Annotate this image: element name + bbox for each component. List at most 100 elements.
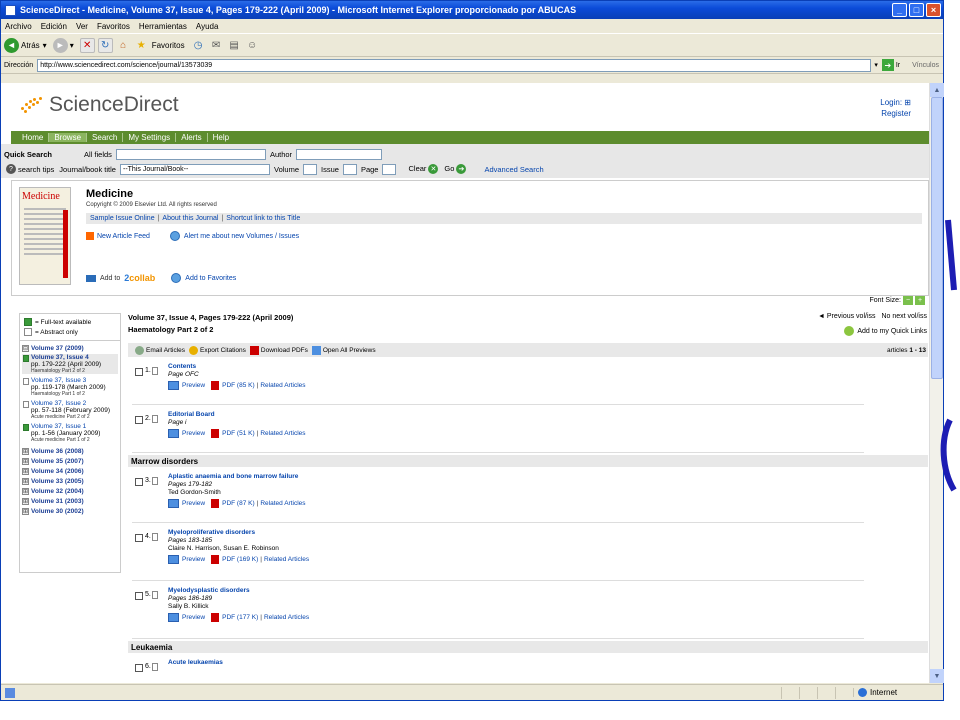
login-toggle-icon[interactable]: ⊞ — [904, 98, 911, 107]
menu-ver[interactable]: Ver — [76, 22, 88, 31]
expand-icon[interactable]: ⊞ — [22, 447, 29, 455]
menu-archivo[interactable]: Archivo — [5, 22, 32, 31]
register-link[interactable]: Register — [880, 108, 911, 119]
go-search-button[interactable]: Go ➔ — [444, 164, 468, 174]
preview-link[interactable]: Preview — [182, 382, 205, 389]
volume-item[interactable]: ⊞ Volume 32 (2004) — [22, 486, 118, 496]
sample-issue-link[interactable]: Sample Issue Online — [90, 215, 155, 222]
address-input[interactable]: http://www.sciencedirect.com/science/jou… — [37, 58, 872, 72]
download-pdfs-button[interactable]: Download PDFs — [261, 347, 308, 354]
nav-home[interactable]: Home — [17, 133, 50, 142]
journal-title-input[interactable]: --This Journal/Book-- — [119, 163, 270, 175]
login-link[interactable]: Login: — [880, 98, 902, 107]
expand-icon[interactable]: ⊞ — [22, 497, 29, 505]
advanced-search-link[interactable]: Advanced Search — [484, 165, 543, 174]
nav-search[interactable]: Search — [87, 133, 124, 142]
new-article-feed-link[interactable]: New Article Feed — [97, 233, 150, 240]
volume-item[interactable]: ⊟ Volume 37 (2009) — [22, 343, 118, 353]
preview-link[interactable]: Preview — [182, 614, 205, 621]
author-input[interactable] — [296, 148, 383, 160]
history-icon[interactable]: ◷ — [191, 38, 206, 53]
issue-input[interactable] — [342, 163, 357, 175]
quick-links[interactable]: Add to my Quick Links — [844, 326, 927, 336]
related-articles-link[interactable]: Related Articles — [260, 430, 305, 437]
search-tips-link[interactable]: search tips — [18, 165, 54, 174]
issue-item[interactable]: Volume 37, Issue 1 pp. 1-56 (January 200… — [22, 423, 118, 443]
email-articles-button[interactable]: Email Articles — [146, 347, 185, 354]
expand-icon[interactable]: ⊞ — [22, 467, 29, 475]
refresh-icon[interactable]: ↻ — [97, 37, 113, 53]
volume-item[interactable]: ⊞ Volume 34 (2006) — [22, 466, 118, 476]
issue-item[interactable]: Volume 37, Issue 3 pp. 119-178 (March 20… — [22, 377, 118, 397]
preview-link[interactable]: Preview — [182, 430, 205, 437]
font-increase-button[interactable]: + — [915, 296, 925, 305]
expand-icon[interactable]: ⊞ — [22, 457, 29, 465]
address-dropdown-icon[interactable]: ▾ — [874, 61, 878, 69]
back-button[interactable]: ◄ Atrás ▾ — [4, 37, 47, 53]
expand-icon[interactable]: ⊞ — [22, 477, 29, 485]
article-checkbox[interactable] — [135, 592, 143, 600]
previous-issue-link[interactable]: ◄ Previous vol/iss — [818, 313, 876, 320]
print-icon[interactable]: ▤ — [227, 38, 242, 53]
menu-herramientas[interactable]: Herramientas — [139, 22, 187, 31]
volume-item[interactable]: ⊞ Volume 31 (2003) — [22, 496, 118, 506]
related-articles-link[interactable]: Related Articles — [260, 500, 305, 507]
related-articles-link[interactable]: Related Articles — [264, 556, 309, 563]
home-icon[interactable]: ⌂ — [116, 38, 131, 53]
2collab-logo[interactable]: 2collab — [124, 273, 155, 283]
related-articles-link[interactable]: Related Articles — [260, 382, 305, 389]
preview-link[interactable]: Preview — [182, 556, 205, 563]
pdf-link[interactable]: PDF (51 K) — [222, 430, 255, 437]
nav-alerts[interactable]: Alerts — [176, 133, 208, 142]
nav-browse[interactable]: Browse — [49, 133, 88, 142]
nav-help[interactable]: Help — [208, 133, 234, 142]
menu-ayuda[interactable]: Ayuda — [196, 22, 219, 31]
go-button[interactable]: ➔ Ir — [881, 59, 900, 71]
pdf-link[interactable]: PDF (177 K) — [222, 614, 258, 621]
maximize-button[interactable]: □ — [909, 3, 924, 17]
article-checkbox[interactable] — [135, 416, 143, 424]
volume-input[interactable] — [303, 163, 318, 175]
related-articles-link[interactable]: Related Articles — [264, 614, 309, 621]
scroll-down-icon[interactable]: ▼ — [930, 669, 944, 683]
volume-item[interactable]: ⊞ Volume 35 (2007) — [22, 456, 118, 466]
add-to-favorites-link[interactable]: Add to Favorites — [185, 275, 236, 282]
font-decrease-button[interactable]: − — [903, 296, 913, 305]
stop-icon[interactable]: ✕ — [79, 37, 95, 53]
forward-button[interactable]: ► ▾ — [52, 37, 74, 53]
clear-button[interactable]: Clear ✕ — [408, 164, 440, 174]
collapse-icon[interactable]: ⊟ — [22, 344, 29, 352]
shortcut-link[interactable]: Shortcut link to this Title — [226, 215, 300, 222]
article-title[interactable]: Myeloproliferative disorders — [168, 529, 255, 536]
alert-me-link[interactable]: Alert me about new Volumes / Issues — [184, 233, 299, 240]
minimize-button[interactable]: _ — [892, 3, 907, 17]
favorites-button[interactable]: ★ Favoritos — [134, 38, 185, 53]
issue-item[interactable]: Volume 37, Issue 2 pp. 57-118 (February … — [22, 400, 118, 420]
nav-my-settings[interactable]: My Settings — [123, 133, 177, 142]
links-button[interactable]: Vínculos — [912, 62, 939, 69]
article-checkbox[interactable] — [135, 368, 143, 376]
expand-icon[interactable]: ⊞ — [22, 507, 29, 515]
article-title[interactable]: Aplastic anaemia and bone marrow failure — [168, 473, 298, 480]
article-checkbox[interactable] — [135, 478, 143, 486]
mail-icon[interactable]: ✉ — [209, 38, 224, 53]
pdf-link[interactable]: PDF (87 K) — [222, 500, 255, 507]
all-fields-input[interactable] — [115, 148, 266, 160]
article-checkbox[interactable] — [135, 534, 143, 542]
journal-cover[interactable]: Medicine — [19, 187, 71, 285]
article-title[interactable]: Myelodysplastic disorders — [168, 587, 250, 594]
sciencedirect-logo[interactable]: ScienceDirect — [19, 93, 179, 117]
menu-favoritos[interactable]: Favoritos — [97, 22, 130, 31]
volume-item[interactable]: ⊞ Volume 36 (2008) — [22, 446, 118, 456]
volume-item[interactable]: ⊞ Volume 33 (2005) — [22, 476, 118, 486]
about-journal-link[interactable]: About this Journal — [162, 215, 218, 222]
article-title[interactable]: Editorial Board — [168, 411, 215, 418]
messenger-icon[interactable]: ☺ — [245, 38, 260, 53]
pdf-link[interactable]: PDF (85 K) — [222, 382, 255, 389]
article-title[interactable]: Acute leukaemias — [168, 659, 223, 666]
menu-edicion[interactable]: Edición — [41, 22, 67, 31]
close-button[interactable]: × — [926, 3, 941, 17]
issue-item[interactable]: Volume 37, Issue 4 pp. 179-222 (April 20… — [22, 354, 118, 374]
article-title[interactable]: Contents — [168, 363, 196, 370]
open-previews-button[interactable]: Open All Previews — [323, 347, 376, 354]
